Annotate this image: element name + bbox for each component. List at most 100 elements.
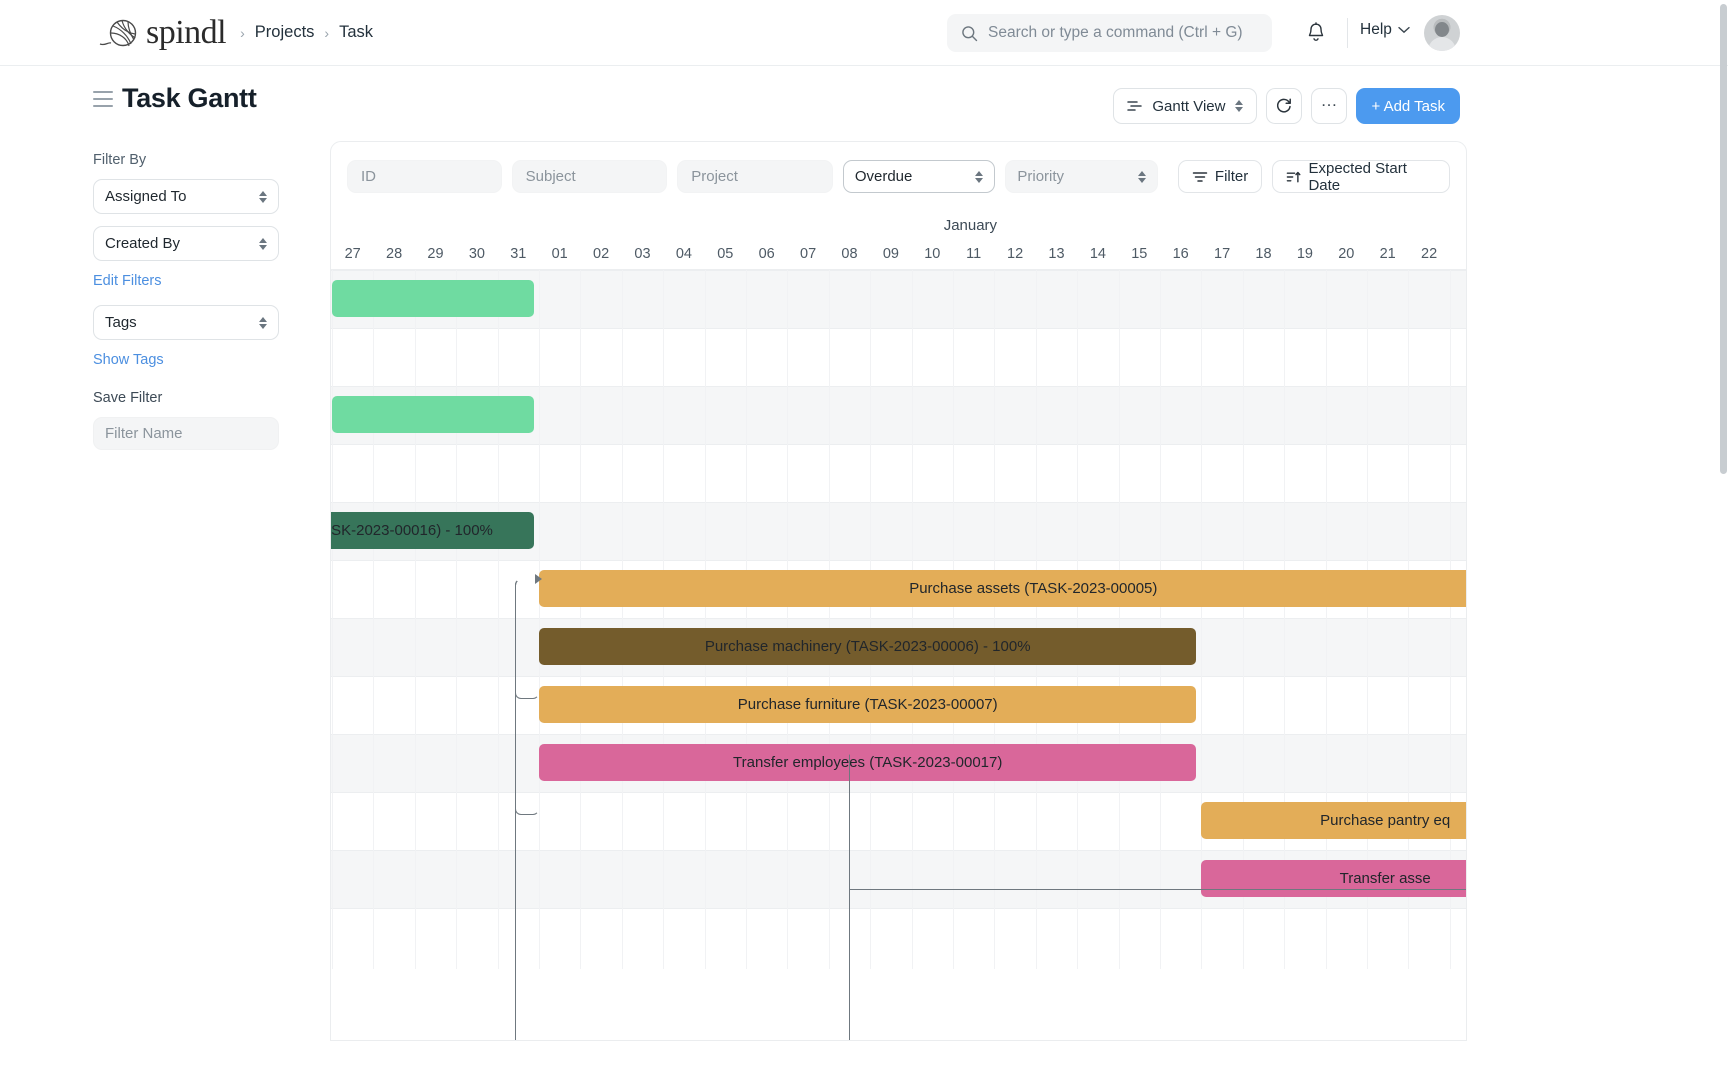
gantt-day-tick: 05 — [705, 246, 745, 262]
gantt-task-label: Transfer asse — [1340, 870, 1431, 887]
filter-name-input[interactable]: Filter Name — [93, 417, 279, 450]
breadcrumb-task[interactable]: Task — [339, 23, 373, 42]
avatar-body — [1428, 37, 1456, 51]
show-tags-link[interactable]: Show Tags — [93, 352, 330, 368]
gantt-day-tick: 04 — [664, 246, 704, 262]
subject-placeholder: Subject — [526, 168, 576, 185]
gantt-row-separator — [331, 270, 1466, 271]
chevron-down-icon — [1398, 26, 1410, 34]
bell-icon[interactable] — [1304, 21, 1328, 45]
status-value: Overdue — [855, 168, 913, 185]
page-toolbar: Gantt View … + Add Task — [1113, 88, 1460, 124]
gantt-day-tick: 10 — [912, 246, 952, 262]
gantt-day-tick: 03 — [623, 246, 663, 262]
more-options-button[interactable]: … — [1311, 88, 1347, 124]
refresh-button[interactable] — [1266, 88, 1302, 124]
assigned-to-select[interactable]: Assigned To — [93, 179, 279, 214]
hamburger-menu-icon[interactable] — [93, 91, 113, 112]
priority-filter-select[interactable]: Priority — [1005, 160, 1158, 193]
gantt-row-separator — [331, 444, 1466, 445]
page-header: Task Gantt Gantt View … + Add Task — [0, 66, 1728, 140]
gantt-day-tick: 01 — [540, 246, 580, 262]
tags-label: Tags — [105, 314, 137, 331]
more-options-label: … — [1320, 91, 1338, 111]
sort-button[interactable]: Expected Start Date — [1272, 160, 1450, 193]
gantt-day-tick: 15 — [1119, 246, 1159, 262]
filter-button[interactable]: Filter — [1178, 160, 1262, 193]
yarn-ball-icon — [98, 13, 144, 53]
subject-filter-input[interactable]: Subject — [512, 160, 668, 193]
gantt-day-tick: 11 — [954, 246, 994, 262]
breadcrumb-projects[interactable]: Projects — [255, 23, 315, 42]
stepper-icon — [259, 191, 267, 203]
tags-select[interactable]: Tags — [93, 305, 279, 340]
gantt-dependency-link — [515, 579, 1175, 1041]
priority-placeholder: Priority — [1017, 168, 1064, 185]
gantt-day-tick: 02 — [581, 246, 621, 262]
project-filter-input[interactable]: Project — [677, 160, 833, 193]
gantt-day-tick: 27 — [333, 246, 373, 262]
gantt-task-bar[interactable]: Purchase pantry eq — [1201, 802, 1467, 839]
gantt-day-tick: 20 — [1326, 246, 1366, 262]
gantt-task-bar[interactable]: Transfer asse — [1201, 860, 1467, 897]
gantt-day-tick: 30 — [457, 246, 497, 262]
save-filter-label: Save Filter — [93, 390, 330, 406]
help-menu[interactable]: Help — [1360, 21, 1410, 39]
page-scrollbar-thumb[interactable] — [1720, 4, 1727, 474]
status-filter-select[interactable]: Overdue — [843, 160, 996, 193]
gantt-day-tick: 09 — [871, 246, 911, 262]
gantt-grid: SK-2023-00016) - 100%Purchase assets (TA… — [331, 269, 1466, 969]
edit-filters-link[interactable]: Edit Filters — [93, 273, 330, 289]
filter-sidebar: Filter By Assigned To Created By Edit Fi… — [0, 140, 330, 1041]
gantt-column-line — [456, 270, 457, 969]
search-placeholder: Search or type a command (Ctrl + G) — [988, 24, 1243, 42]
search-input[interactable]: Search or type a command (Ctrl + G) — [947, 14, 1272, 52]
gantt-day-tick: 16 — [1161, 246, 1201, 262]
created-by-label: Created By — [105, 235, 180, 252]
gantt-day-tick: 21 — [1368, 246, 1408, 262]
avatar[interactable] — [1424, 15, 1460, 51]
refresh-icon — [1275, 97, 1293, 115]
gantt-column-line — [415, 270, 416, 969]
help-label: Help — [1360, 21, 1392, 39]
gantt-task-bar[interactable] — [332, 396, 534, 433]
filter-icon — [1192, 170, 1208, 184]
gantt-task-label: SK-2023-00016) - 100% — [331, 522, 493, 539]
gantt-row-separator — [331, 386, 1466, 387]
brand-name: spindl — [146, 16, 226, 50]
breadcrumb-separator-2: › — [324, 25, 329, 41]
gantt-task-bar[interactable]: SK-2023-00016) - 100% — [330, 512, 534, 549]
created-by-select[interactable]: Created By — [93, 226, 279, 261]
gantt-column-line — [373, 270, 374, 969]
gantt-day-tick: 14 — [1078, 246, 1118, 262]
id-placeholder: ID — [361, 168, 376, 185]
id-filter-input[interactable]: ID — [347, 160, 502, 193]
gantt-row — [331, 328, 1466, 386]
gantt-day-tick: 08 — [830, 246, 870, 262]
add-task-button[interactable]: + Add Task — [1356, 88, 1460, 124]
gantt-month-label: January — [944, 217, 997, 234]
project-placeholder: Project — [691, 168, 738, 185]
gantt-day-tick: 06 — [747, 246, 787, 262]
gantt-view-button[interactable]: Gantt View — [1113, 88, 1257, 124]
gantt-day-tick: 29 — [416, 246, 456, 262]
sort-label: Expected Start Date — [1308, 160, 1436, 194]
page-scrollbar[interactable] — [1719, 0, 1728, 1080]
brand[interactable]: spindl — [98, 13, 226, 53]
gantt-day-tick: 19 — [1285, 246, 1325, 262]
navbar-divider — [1347, 18, 1348, 48]
gantt-month-row: January — [331, 211, 1466, 239]
stepper-icon — [975, 171, 983, 183]
assigned-to-label: Assigned To — [105, 188, 186, 205]
gantt-task-label: Purchase pantry eq — [1320, 812, 1450, 829]
gantt-dependency-arrow — [535, 574, 542, 584]
view-stepper-icon — [1235, 100, 1243, 112]
gantt-chart: January 27282930310102030405060708091011… — [331, 211, 1466, 969]
filter-by-label: Filter By — [93, 152, 330, 168]
gantt-task-bar[interactable] — [332, 280, 534, 317]
gantt-day-tick: 12 — [995, 246, 1035, 262]
gantt-day-tick: 17 — [1202, 246, 1242, 262]
page-body: Filter By Assigned To Created By Edit Fi… — [0, 140, 1728, 1041]
gantt-day-tick: 22 — [1409, 246, 1449, 262]
gantt-panel: ID Subject Project Overdue Priority — [330, 141, 1467, 1041]
